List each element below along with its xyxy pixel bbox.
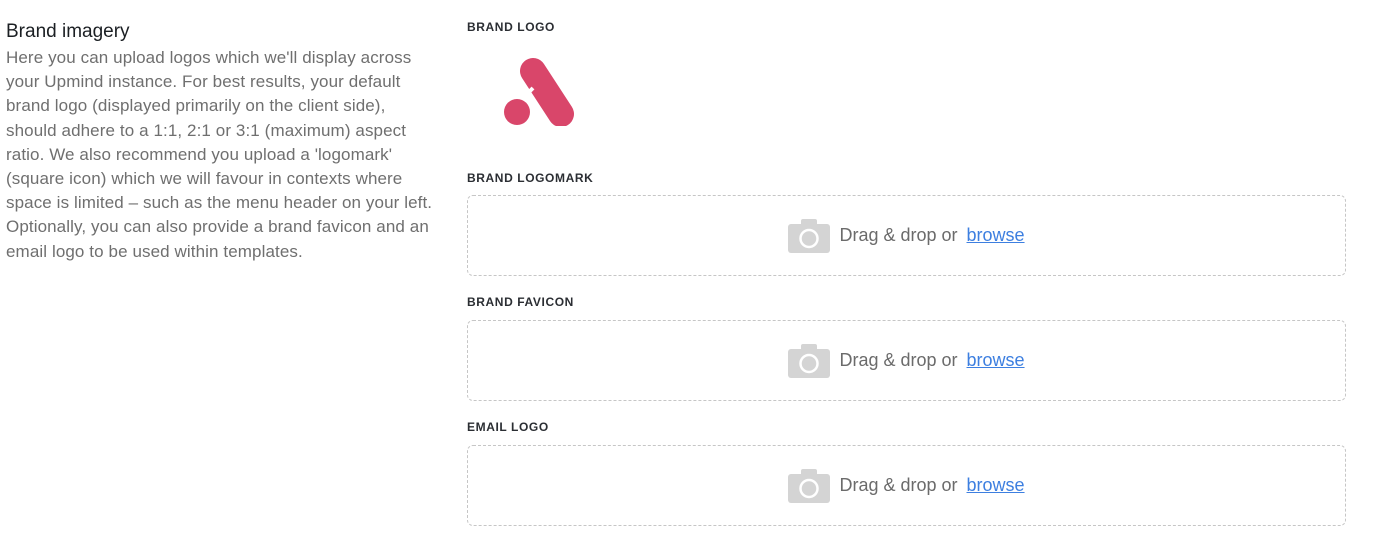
email-logo-dropzone[interactable]: Drag & drop or browse bbox=[467, 445, 1346, 526]
section-title: Brand imagery bbox=[6, 21, 130, 42]
upmind-logo-icon bbox=[504, 58, 574, 127]
dropzone-prompt: Drag & drop or bbox=[839, 475, 958, 495]
dropzone-content: Drag & drop or browse bbox=[788, 343, 1025, 378]
brand-favicon-label: BRAND FAVICON bbox=[467, 295, 574, 309]
brand-logo-label: BRAND LOGO bbox=[467, 20, 555, 34]
favicon-dropzone[interactable]: Drag & drop or browse bbox=[467, 320, 1346, 401]
logomark-dropzone[interactable]: Drag & drop or browse bbox=[467, 195, 1346, 276]
browse-link[interactable]: browse bbox=[967, 475, 1025, 496]
dropzone-content: Drag & drop or browse bbox=[788, 468, 1025, 503]
dropzone-prompt: Drag & drop or bbox=[839, 350, 958, 370]
section-description: Here you can upload logos which we'll di… bbox=[6, 48, 433, 261]
camera-icon bbox=[788, 468, 831, 503]
dropzone-content: Drag & drop or browse bbox=[788, 218, 1025, 253]
brand-logomark-label: BRAND LOGOMARK bbox=[467, 171, 594, 185]
browse-link[interactable]: browse bbox=[967, 225, 1025, 246]
browse-link[interactable]: browse bbox=[967, 350, 1025, 371]
brand-imagery-intro: Brand imagery Here you can upload logos … bbox=[6, 20, 436, 264]
email-logo-label: EMAIL LOGO bbox=[467, 420, 549, 434]
camera-icon bbox=[788, 218, 831, 253]
dropzone-prompt: Drag & drop or bbox=[839, 225, 958, 245]
camera-icon bbox=[788, 343, 831, 378]
brand-logo-preview[interactable] bbox=[503, 58, 579, 127]
